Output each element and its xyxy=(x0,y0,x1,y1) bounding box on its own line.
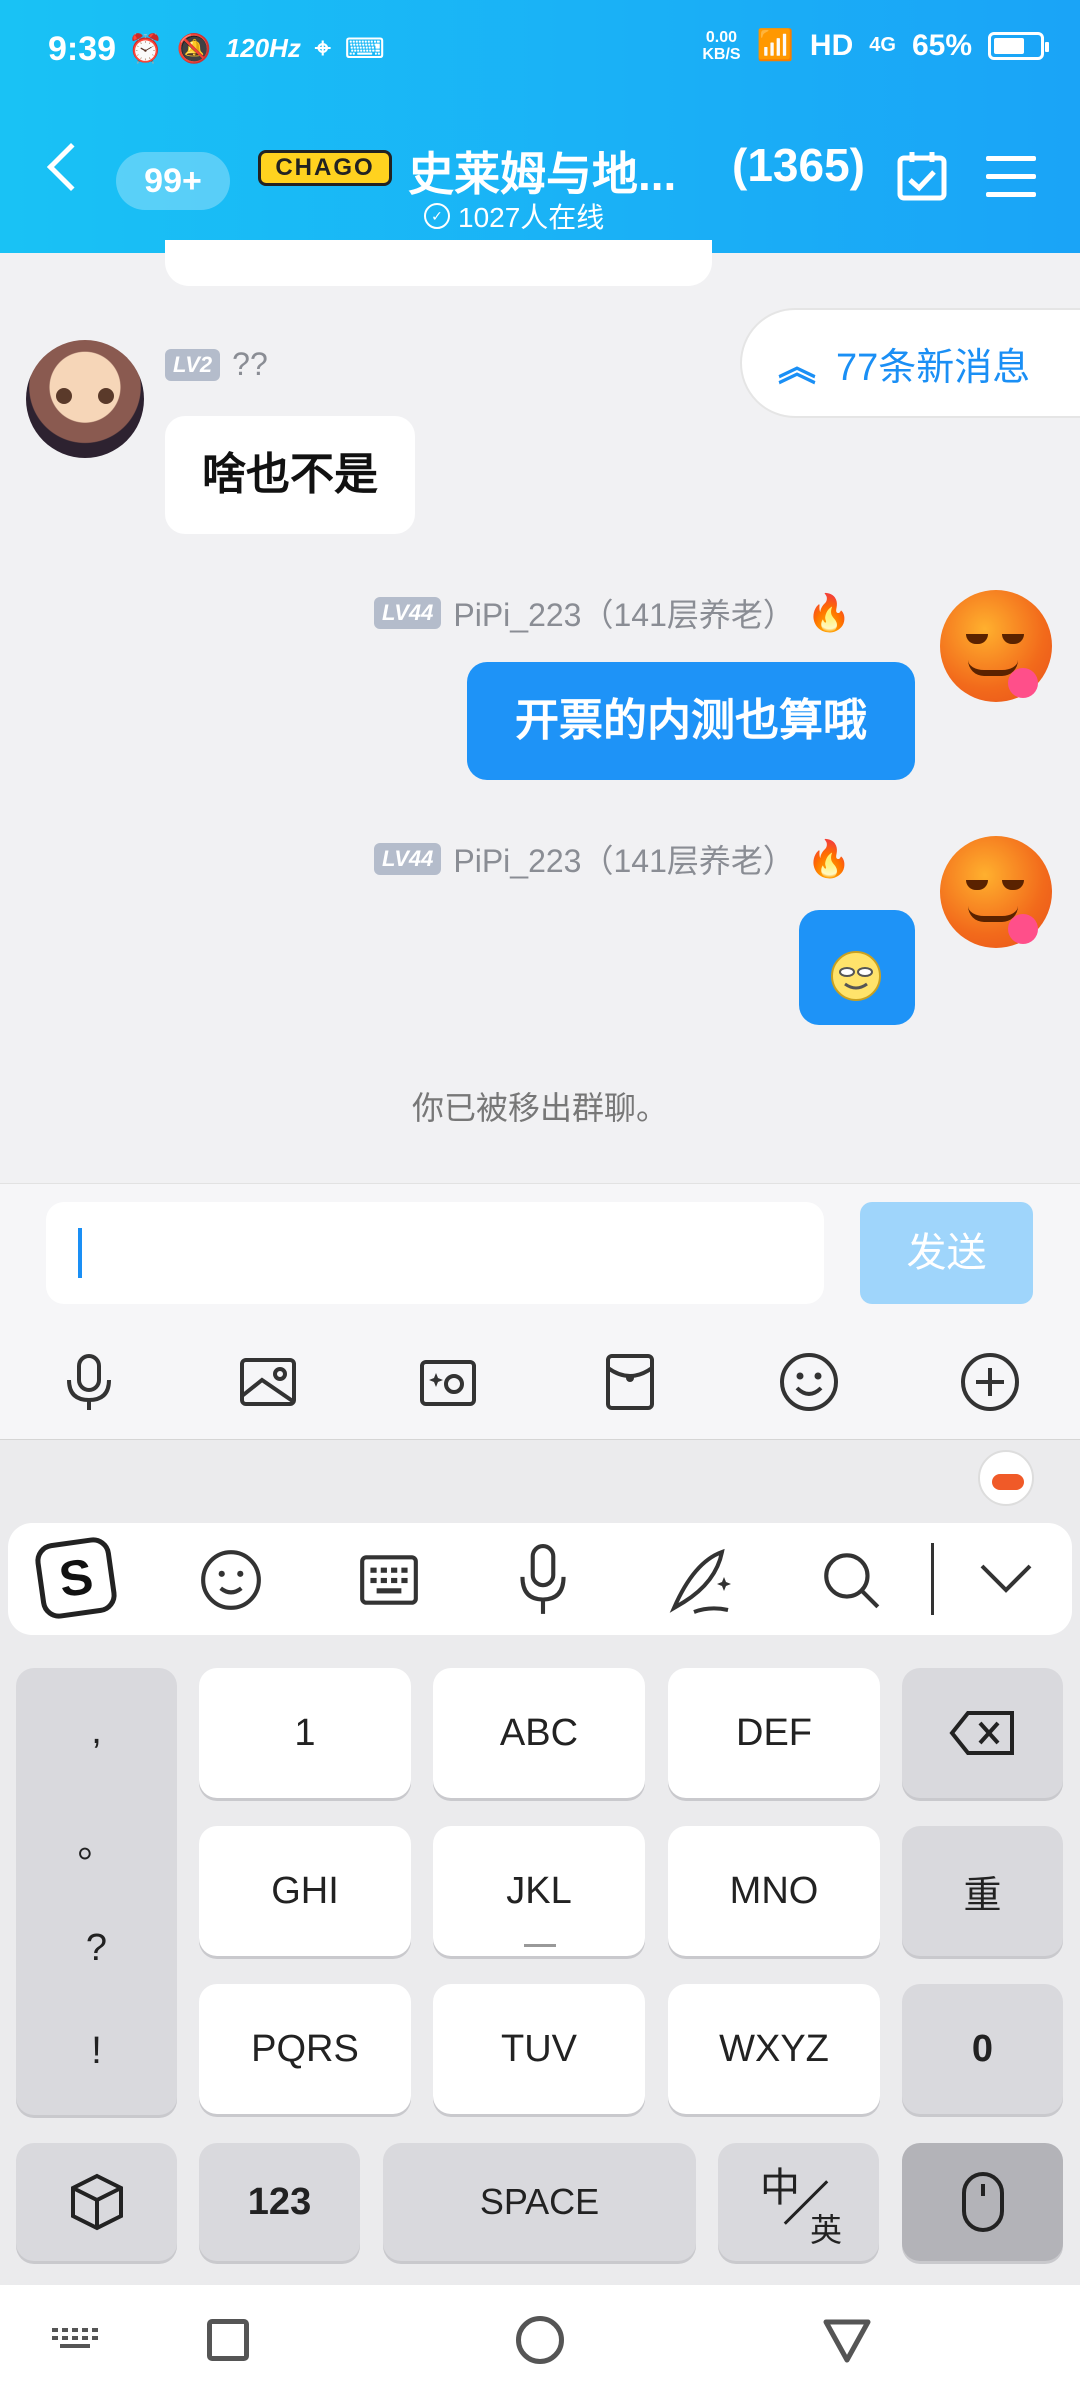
cube-icon xyxy=(70,2173,123,2231)
wifi-icon: 📶 xyxy=(756,29,794,62)
keyboard-icon[interactable] xyxy=(356,1547,422,1613)
key-pqrs[interactable]: PQRS xyxy=(199,1984,411,2114)
toolbar-divider xyxy=(931,1543,934,1615)
level-badge: LV44 xyxy=(374,597,442,629)
recents-icon[interactable] xyxy=(207,2319,249,2361)
red-packet-icon[interactable] xyxy=(598,1350,662,1414)
key-1[interactable]: 1 xyxy=(199,1668,411,1798)
lang-switch-key[interactable]: 中 英 xyxy=(718,2143,879,2261)
battery-icon xyxy=(988,31,1049,60)
key-def[interactable]: DEF xyxy=(668,1668,880,1798)
home-key-marker xyxy=(524,1944,556,1947)
handwriting-icon[interactable] xyxy=(664,1542,736,1618)
fire-icon: 🔥 xyxy=(806,592,852,633)
refresh-rate: 120Hz xyxy=(225,33,301,63)
member-count[interactable]: (1365) xyxy=(732,138,865,192)
key-wxyz[interactable]: WXYZ xyxy=(668,1984,880,2114)
smirk-emoji-icon xyxy=(831,951,881,1001)
key-mno[interactable]: MNO xyxy=(668,1826,880,1956)
home-icon[interactable] xyxy=(516,2316,564,2364)
key-tuv[interactable]: TUV xyxy=(433,1984,645,2114)
sogou-logo-icon[interactable]: S xyxy=(33,1535,119,1621)
unread-badge[interactable]: 99+ xyxy=(116,152,230,210)
key-abc[interactable]: ABC xyxy=(433,1668,645,1798)
new-messages-pill[interactable]: ︽ 77条新消息 xyxy=(740,308,1080,418)
level-badge: LV2 xyxy=(165,348,221,381)
num-key[interactable]: 123 xyxy=(199,2143,360,2261)
group-logo: CHAGO xyxy=(258,150,392,186)
avatar[interactable] xyxy=(940,836,1052,948)
lang-bottom: 英 xyxy=(810,2212,843,2248)
backspace-icon xyxy=(948,1711,1014,1755)
search-icon[interactable] xyxy=(818,1547,884,1613)
sender-name[interactable]: PiPi_223（141层养老） xyxy=(453,590,795,636)
chevron-down-icon[interactable] xyxy=(976,1556,1036,1600)
mouse-icon xyxy=(961,2172,1004,2232)
group-title[interactable]: 史莱姆与地... xyxy=(408,138,676,204)
network-speed: 0.00 KB/S xyxy=(702,28,741,63)
backspace-key[interactable] xyxy=(902,1668,1063,1798)
punct-exclaim[interactable]: ! xyxy=(91,2030,102,2073)
new-messages-text: 77条新消息 xyxy=(836,346,1031,389)
send-button[interactable]: 发送 xyxy=(860,1202,1033,1304)
emoji-icon[interactable] xyxy=(198,1547,264,1613)
punctuation-key[interactable]: , 。 ? ! xyxy=(16,1668,177,2115)
space-key[interactable]: SPACE xyxy=(383,2143,696,2261)
online-icon: ✓ xyxy=(424,203,450,229)
cube-key[interactable] xyxy=(16,2143,177,2261)
avatar[interactable] xyxy=(940,590,1052,702)
signal-label: 4G xyxy=(869,34,896,56)
status-left-icons: ⏰ 🔕 120Hz ⌖ ⌨ xyxy=(128,32,385,65)
message-bubble[interactable]: 开票的内测也算哦 xyxy=(467,662,915,780)
key-jkl[interactable]: JKL xyxy=(433,1826,645,1956)
back-nav-icon[interactable] xyxy=(822,2316,872,2364)
online-text: 1027人在线 xyxy=(458,202,605,233)
emoji-icon[interactable] xyxy=(777,1350,841,1414)
lang-top: 中 xyxy=(760,2166,800,2210)
online-count: ✓ 1027人在线 xyxy=(424,196,604,236)
punct-comma[interactable]: , xyxy=(91,1710,102,1753)
mouse-key[interactable] xyxy=(902,2143,1063,2261)
mute-icon: 🔕 xyxy=(176,33,212,64)
avatar[interactable] xyxy=(26,340,144,458)
alarm-icon: ⏰ xyxy=(128,33,163,64)
text-caret xyxy=(78,1228,82,1278)
image-icon[interactable] xyxy=(236,1350,300,1414)
menu-icon[interactable] xyxy=(986,156,1036,198)
keyboard-hide-icon[interactable] xyxy=(50,2324,100,2354)
camera-icon[interactable] xyxy=(416,1350,480,1414)
partial-message-bubble xyxy=(165,240,712,286)
fire-icon: 🔥 xyxy=(806,838,852,879)
location-icon: ⌖ xyxy=(314,32,331,63)
sender-name[interactable]: PiPi_223（141层养老） xyxy=(453,836,795,882)
key-0[interactable]: 0 xyxy=(902,1984,1063,2114)
level-badge: LV44 xyxy=(374,843,442,875)
keyboard-status-icon: ⌨ xyxy=(344,33,386,64)
system-notice: 你已被移出群聊。 xyxy=(411,1090,668,1126)
punct-period[interactable]: 。 xyxy=(77,1813,115,1868)
plus-icon[interactable] xyxy=(958,1350,1022,1414)
calendar-check-icon[interactable] xyxy=(896,150,948,202)
punct-question[interactable]: ? xyxy=(86,1927,107,1970)
message-input[interactable] xyxy=(46,1202,824,1304)
mascot-icon[interactable] xyxy=(978,1450,1034,1506)
status-time: 9:39 xyxy=(48,30,117,68)
redo-key[interactable]: 重 xyxy=(902,1826,1063,1956)
sender-name[interactable]: ?? xyxy=(232,346,268,383)
microphone-icon[interactable] xyxy=(57,1350,121,1414)
key-ghi[interactable]: GHI xyxy=(199,1826,411,1956)
sender-info: LV44 PiPi_223（141层养老） 🔥 xyxy=(374,836,852,882)
sender-info: LV2 ?? xyxy=(165,346,268,383)
hd-label: HD xyxy=(809,28,854,62)
voice-input-icon[interactable] xyxy=(510,1542,576,1618)
double-chevron-up-icon: ︽ xyxy=(778,346,817,389)
status-right-icons: 0.00 KB/S 📶 HD 4G 65% xyxy=(702,28,1049,63)
message-bubble[interactable]: 啥也不是 xyxy=(165,416,415,534)
sender-info: LV44 PiPi_223（141层养老） 🔥 xyxy=(374,590,852,636)
battery-text: 65% xyxy=(911,28,972,62)
